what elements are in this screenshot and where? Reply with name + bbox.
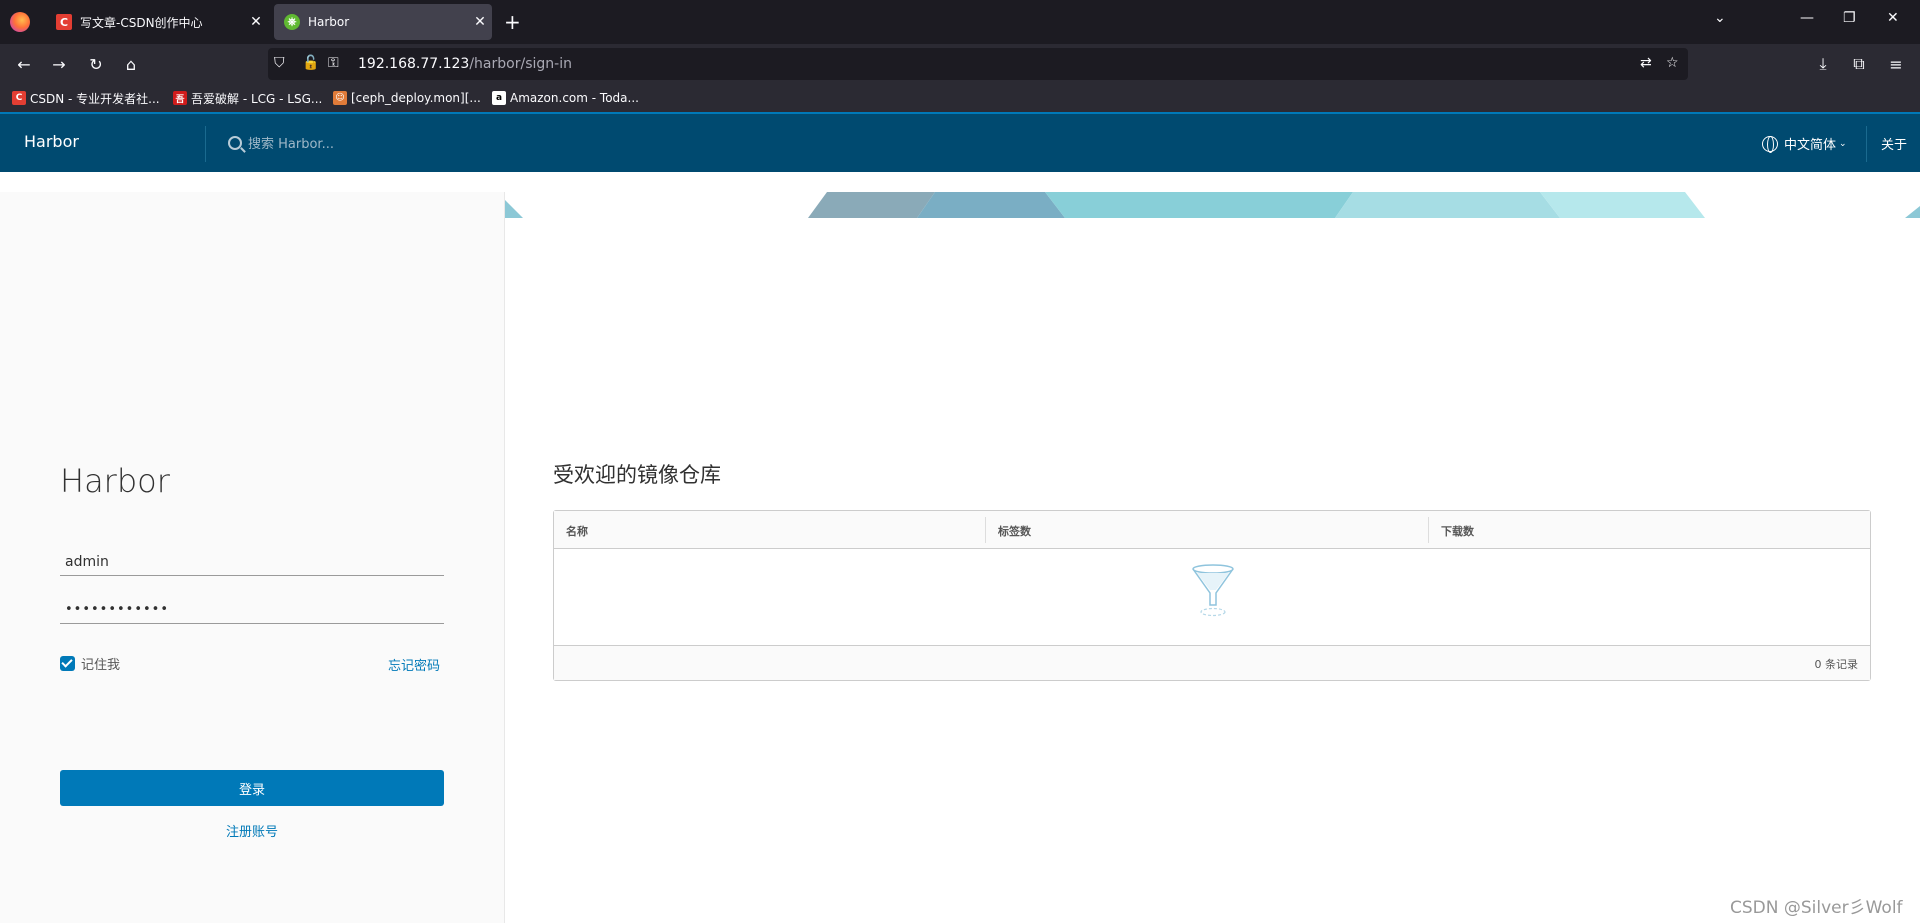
harbor-favicon-icon: ⎈ [284,14,300,30]
browser-tab-bar: C 写文章-CSDN创作中心 ✕ ⎈ Harbor ✕ + ⌄ — ❐ ✕ [0,0,1920,44]
chevron-down-icon: ⌄ [1839,138,1847,149]
tab-csdn[interactable]: C 写文章-CSDN创作中心 ✕ [46,4,268,40]
home-icon[interactable]: ⌂ [119,52,143,76]
empty-placeholder [554,549,1870,646]
column-separator[interactable] [1428,517,1429,543]
login-title: Harbor [60,462,170,500]
list-all-tabs-icon[interactable]: ⌄ [1714,10,1726,26]
restore-icon[interactable]: ❐ [1843,10,1856,26]
sign-up-label[interactable]: 注册账号 [226,825,278,840]
tab-harbor[interactable]: ⎈ Harbor ✕ [274,4,492,40]
browser-nav-bar: ← → ↻ ⌂ ⛉ 🔓 ⚿ 192.168.77.123/harbor/sign… [0,44,1920,84]
close-tab-icon[interactable]: ✕ [244,14,268,30]
bookmark-label: Amazon.com - Toda... [510,91,639,105]
firefox-icon[interactable] [10,12,30,32]
password-input[interactable]: •••••••••••• [60,598,444,624]
menu-icon[interactable]: ≡ [1884,52,1908,76]
search-icon [228,135,242,150]
forgot-password-link[interactable]: 忘记密码 [388,655,440,674]
column-separator[interactable] [985,517,986,543]
bookmarks-bar: C CSDN - 专业开发者社... 吾 吾爱破解 - LCG - LSG...… [0,84,1920,112]
popular-repos-table: 名称 标签数 下载数 0 条记录 [553,510,1871,681]
table-header: 名称 标签数 下载数 [554,511,1870,549]
header-divider [1866,126,1867,162]
downloads-icon[interactable]: ⤓ [1811,52,1835,76]
remember-me-checkbox[interactable]: 记住我 [60,654,120,673]
about-link[interactable]: 关于 [1881,134,1907,153]
column-header-name[interactable]: 名称 [566,523,588,539]
empty-funnel-icon [1192,564,1234,617]
harbor-header: Harbor 搜索 Harbor... 中文简体 ⌄ 关于 [0,112,1920,172]
table-footer: 0 条记录 [554,645,1870,680]
minimize-icon[interactable]: — [1800,10,1814,26]
bookmark-label: [ceph_deploy.mon][... [351,91,481,105]
52pojie-favicon-icon: 吾 [173,91,187,105]
column-header-pulls[interactable]: 下载数 [1441,523,1474,539]
checkbox-checked-icon[interactable] [60,656,75,671]
key-icon[interactable]: ⚿ [328,55,339,71]
bookmark-52pojie[interactable]: 吾 吾爱破解 - LCG - LSG... [173,89,322,107]
bookmark-csdn[interactable]: C CSDN - 专业开发者社... [12,89,160,107]
csdn-favicon-icon: C [12,91,26,105]
column-header-tags[interactable]: 标签数 [998,523,1031,539]
bookmark-label: 吾爱破解 - LCG - LSG... [191,91,323,106]
bookmark-ceph[interactable]: ☺ [ceph_deploy.mon][... [333,89,481,107]
record-count: 0 条记录 [1814,658,1859,671]
bookmark-label: CSDN - 专业开发者社... [30,91,160,106]
translate-icon[interactable]: ⇄ [1640,55,1652,71]
header-divider [205,126,206,162]
sign-up-link[interactable]: 注册账号 [60,821,444,840]
username-input[interactable]: admin [60,550,444,576]
shield-icon[interactable]: ⛉ [274,55,285,71]
search-input-placeholder[interactable]: 搜索 Harbor... [248,133,334,152]
csdn-favicon-icon: C [56,14,72,30]
tab-title: 写文章-CSDN创作中心 [80,15,203,30]
address-bar[interactable]: ⛉ 🔓 ⚿ 192.168.77.123/harbor/sign-in ⇄ ☆ [268,48,1688,80]
close-window-icon[interactable]: ✕ [1887,10,1899,26]
login-button[interactable]: 登录 [60,770,444,806]
bookmark-amazon[interactable]: a Amazon.com - Toda... [492,89,639,107]
brand-title[interactable]: Harbor [24,132,79,151]
language-label: 中文简体 [1784,138,1837,153]
tab-title: Harbor [308,15,350,29]
back-icon[interactable]: ← [12,52,36,76]
globe-icon [1762,135,1778,153]
decorative-banner [505,192,1920,218]
watermark: CSDN @Silver彡Wolf [1730,898,1903,918]
close-tab-icon[interactable]: ✕ [468,14,492,30]
popular-repos-title: 受欢迎的镜像仓库 [553,463,721,487]
language-selector[interactable]: 中文简体 ⌄ [1762,134,1847,153]
reload-icon[interactable]: ↻ [84,52,108,76]
forward-icon[interactable]: → [47,52,71,76]
global-search[interactable]: 搜索 Harbor... [228,133,334,152]
bookmark-star-icon[interactable]: ☆ [1666,55,1679,71]
amazon-favicon-icon: a [492,91,506,105]
extensions-icon[interactable]: ⧉ [1847,52,1871,76]
remember-me-label: 记住我 [81,658,121,673]
site-favicon-icon: ☺ [333,91,347,105]
lock-insecure-icon[interactable]: 🔓 [302,55,319,71]
url-text[interactable]: 192.168.77.123/harbor/sign-in [358,56,572,72]
new-tab-icon[interactable]: + [504,10,521,34]
login-panel: Harbor admin •••••••••••• 记住我 忘记密码 登录 注册… [0,192,505,923]
